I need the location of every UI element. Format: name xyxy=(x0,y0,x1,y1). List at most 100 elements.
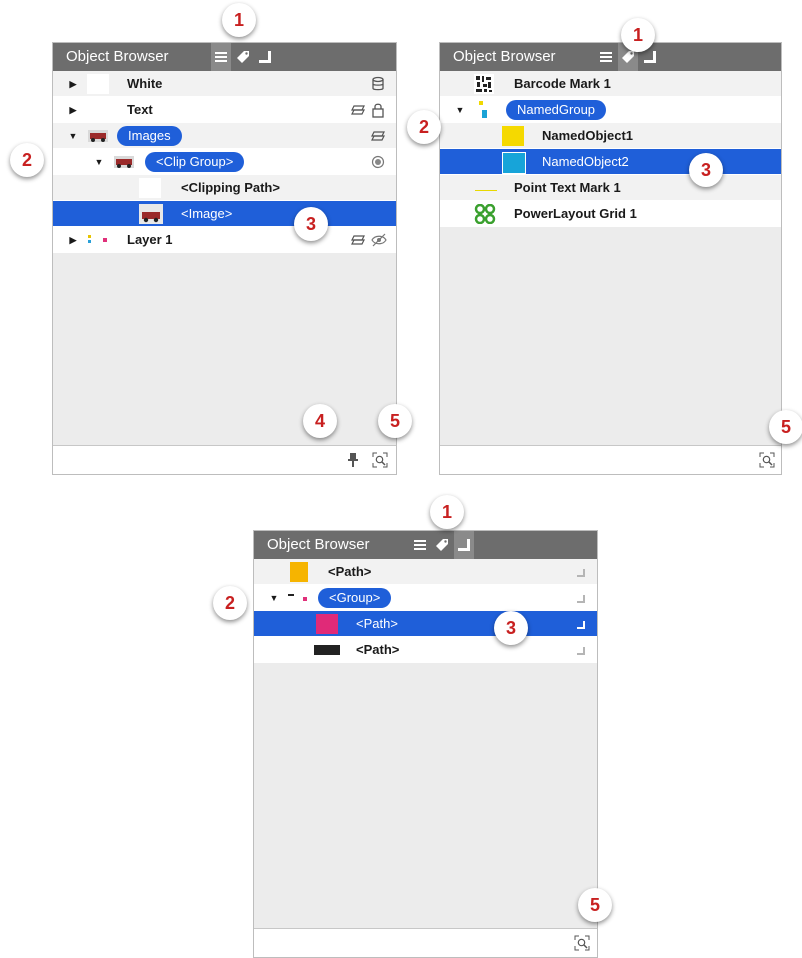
database-icon[interactable] xyxy=(371,76,385,92)
object-browser-panel-named: Object Browser Barcode Mark 1 ▼ NamedGro… xyxy=(439,42,782,475)
callout-1: 1 xyxy=(621,18,655,52)
group-name-pill[interactable]: <Clip Group> xyxy=(145,152,245,172)
collapse-arrow-icon[interactable]: ▼ xyxy=(93,149,105,175)
mode-list-button[interactable] xyxy=(410,531,430,559)
zoom-to-object-icon[interactable] xyxy=(372,452,388,468)
tree-row[interactable]: Point Text Mark 1 xyxy=(440,175,781,201)
row-label: NamedObject2 xyxy=(542,154,629,169)
powerlayout-grid-thumbnail xyxy=(474,204,496,224)
panel-title: Object Browser xyxy=(453,48,556,65)
tag-icon xyxy=(436,539,448,551)
row-label: Text xyxy=(127,102,153,117)
callout-3: 3 xyxy=(689,153,723,187)
object-browser-panel-paths: Object Browser <Path> ▼ <Group> <Path> <… xyxy=(253,530,598,958)
tree-row[interactable]: <Path> xyxy=(254,559,597,585)
corner-icon[interactable] xyxy=(576,616,586,632)
row-label: Barcode Mark 1 xyxy=(514,76,611,91)
callout-4: 4 xyxy=(303,404,337,438)
panel-title: Object Browser xyxy=(66,48,169,65)
callout-5: 5 xyxy=(769,410,802,444)
layer-stack-icon[interactable] xyxy=(351,102,365,118)
row-label: <Path> xyxy=(328,564,372,579)
car-image-thumbnail xyxy=(88,130,108,142)
group-name-pill[interactable]: NamedGroup xyxy=(506,100,607,120)
callout-2: 2 xyxy=(407,110,441,144)
mode-tag-button[interactable] xyxy=(432,531,452,559)
callout-2: 2 xyxy=(213,586,247,620)
row-label: White xyxy=(127,76,163,91)
tree-row-selected[interactable]: NamedObject2 xyxy=(440,149,781,175)
corner-icon[interactable] xyxy=(576,642,586,658)
mode-corner-button[interactable] xyxy=(454,531,474,559)
row-label: <Image> xyxy=(181,206,233,221)
mode-list-button[interactable] xyxy=(596,43,616,71)
row-label: <Clipping Path> xyxy=(181,180,280,195)
lock-icon[interactable] xyxy=(371,102,385,118)
tree-row[interactable]: NamedObject1 xyxy=(440,123,781,149)
group-color-thumbnail xyxy=(479,101,487,118)
group-name-pill[interactable]: Images xyxy=(117,126,182,146)
row-label: Point Text Mark 1 xyxy=(514,180,621,195)
panel-footer xyxy=(53,445,396,474)
zoom-to-object-icon[interactable] xyxy=(759,452,775,468)
object-tree: Barcode Mark 1 ▼ NamedGroup NamedObject1… xyxy=(440,71,781,227)
cyan-swatch-thumbnail xyxy=(502,152,526,174)
zoom-to-object-icon[interactable] xyxy=(574,935,590,951)
tree-row[interactable]: ▼ <Group> xyxy=(254,585,597,611)
tree-row[interactable]: <Clipping Path> xyxy=(53,175,396,201)
row-label: <Path> xyxy=(356,616,398,631)
expand-arrow-icon[interactable]: ▶ xyxy=(67,227,79,253)
expand-arrow-icon[interactable]: ▶ xyxy=(67,97,79,123)
hidden-eye-icon[interactable] xyxy=(371,232,387,248)
black-swatch-thumbnail xyxy=(314,645,340,655)
panel-title-bar: Object Browser xyxy=(440,43,781,71)
panel-title-bar: Object Browser xyxy=(53,43,396,71)
tree-row-selected[interactable]: <Image> xyxy=(53,201,396,227)
mode-tag-button[interactable] xyxy=(233,43,253,71)
tree-row[interactable]: ▶ Layer 1 xyxy=(53,227,396,253)
barcode-thumbnail xyxy=(474,74,494,94)
tree-row[interactable]: ▶ White xyxy=(53,71,396,97)
tree-row[interactable]: PowerLayout Grid 1 xyxy=(440,201,781,227)
object-tree: ▶ White ▶ Text ▼ Images ▼ <Clip Group> <… xyxy=(53,71,396,253)
radio-dot-icon[interactable] xyxy=(371,154,385,170)
list-icon xyxy=(414,540,426,550)
row-label: NamedObject1 xyxy=(542,128,634,143)
layer-stack-icon[interactable] xyxy=(371,128,385,144)
group-color-thumbnail xyxy=(288,594,307,601)
corner-icon[interactable] xyxy=(576,564,586,580)
collapse-arrow-icon[interactable]: ▼ xyxy=(268,585,280,611)
mode-list-button[interactable] xyxy=(211,43,231,71)
callout-5: 5 xyxy=(578,888,612,922)
row-label: PowerLayout Grid 1 xyxy=(514,206,637,221)
tree-row[interactable]: ▼ NamedGroup xyxy=(440,97,781,123)
pin-icon[interactable] xyxy=(346,452,360,468)
car-image-thumbnail xyxy=(114,156,134,168)
corner-icon xyxy=(644,51,656,63)
expand-arrow-icon[interactable]: ▶ xyxy=(67,71,79,97)
group-name-pill[interactable]: <Group> xyxy=(318,588,392,608)
corner-icon xyxy=(458,539,470,551)
list-icon xyxy=(600,52,612,62)
tree-row[interactable]: Barcode Mark 1 xyxy=(440,71,781,97)
row-label: <Path> xyxy=(356,642,400,657)
corner-icon xyxy=(259,51,271,63)
layer-color-thumbnail xyxy=(88,235,107,243)
tree-row[interactable]: <Path> xyxy=(254,637,597,663)
panel-title: Object Browser xyxy=(267,536,370,553)
row-label: Layer 1 xyxy=(127,232,173,247)
collapse-arrow-icon[interactable]: ▼ xyxy=(454,97,466,123)
tree-row[interactable]: ▼ <Clip Group> xyxy=(53,149,396,175)
tree-row-selected[interactable]: <Path> xyxy=(254,611,597,637)
callout-3: 3 xyxy=(494,611,528,645)
corner-icon[interactable] xyxy=(576,590,586,606)
mode-corner-button[interactable] xyxy=(255,43,275,71)
panel-footer xyxy=(254,928,597,957)
object-browser-panel-layers: Object Browser ▶ White ▶ Text ▼ Images ▼… xyxy=(52,42,397,475)
tree-row[interactable]: ▼ Images xyxy=(53,123,396,149)
callout-5: 5 xyxy=(378,404,412,438)
tree-row[interactable]: ▶ Text xyxy=(53,97,396,123)
layer-stack-icon[interactable] xyxy=(351,232,365,248)
yellow-swatch-thumbnail xyxy=(502,126,524,146)
collapse-arrow-icon[interactable]: ▼ xyxy=(67,123,79,149)
